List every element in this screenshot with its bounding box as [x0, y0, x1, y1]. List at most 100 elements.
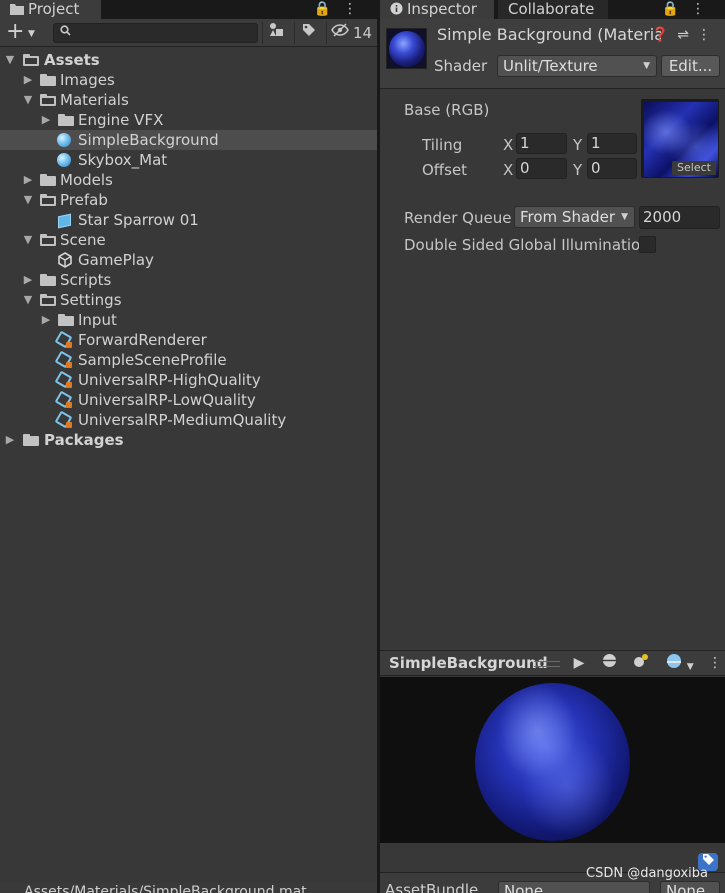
tree-item-universalrp-mediumquality[interactable]: UniversalRP-MediumQuality: [0, 410, 377, 430]
lock-icon[interactable]: 🔒: [662, 1, 691, 17]
tree-item-packages[interactable]: ▶ Packages: [0, 430, 377, 450]
render-queue-dropdown[interactable]: From Shader ▼: [514, 206, 635, 228]
tab-project[interactable]: Project: [0, 0, 101, 19]
tree-item-samplesceneprofile[interactable]: SampleSceneProfile: [0, 350, 377, 370]
tree-item-label: GamePlay: [78, 251, 154, 269]
offset-x-value: 0: [520, 159, 530, 177]
render-queue-label: Render Queue: [404, 209, 512, 227]
tab-project-label: Project: [28, 0, 80, 18]
tree-item-label: Skybox_Mat: [78, 151, 168, 169]
chevron-right-icon[interactable]: ▶: [22, 70, 34, 90]
tree-item-settings[interactable]: ▼ Settings: [0, 290, 377, 310]
kebab-menu-icon[interactable]: ⋮: [708, 653, 722, 673]
tree-item-skybox-mat[interactable]: Skybox_Mat: [0, 150, 377, 170]
tree-item-models[interactable]: ▶ Models: [0, 170, 377, 190]
chevron-down-icon[interactable]: ▼: [22, 230, 34, 250]
help-icon[interactable]: ❓: [652, 27, 677, 43]
variant-dropdown[interactable]: None: [660, 881, 720, 893]
chevron-right-icon[interactable]: ▶: [22, 270, 34, 290]
drag-handle-icon[interactable]: [534, 661, 560, 667]
lock-icon[interactable]: 🔒: [314, 1, 343, 17]
scriptable-asset-icon: [54, 410, 73, 429]
light-icon[interactable]: [630, 653, 652, 673]
eye-slash-icon: [330, 23, 349, 41]
render-queue-mode: From Shader: [520, 208, 616, 226]
search-by-label-button[interactable]: [294, 22, 322, 44]
dsgi-checkbox[interactable]: [639, 236, 656, 253]
tree-item-label: UniversalRP-MediumQuality: [78, 411, 287, 429]
tree-item-label: Assets: [44, 51, 100, 69]
tiling-y-axis: Y: [573, 136, 583, 154]
chevron-right-icon[interactable]: ▶: [40, 310, 52, 330]
tree-item-universalrp-lowquality[interactable]: UniversalRP-LowQuality: [0, 390, 377, 410]
tree-item-label: UniversalRP-HighQuality: [78, 371, 261, 389]
hidden-packages-button[interactable]: [326, 22, 352, 44]
material-icon: [57, 133, 71, 147]
tree-item-input[interactable]: ▶ Input: [0, 310, 377, 330]
tree-item-scene[interactable]: ▼ Scene: [0, 230, 377, 250]
tree-item-materials[interactable]: ▼ Materials: [0, 90, 377, 110]
chevron-down-icon[interactable]: ▼: [4, 50, 16, 70]
shader-dropdown[interactable]: Unlit/Texture ▼: [497, 55, 657, 77]
variant-value: None: [666, 882, 706, 893]
search-input[interactable]: [53, 23, 258, 43]
base-rgb-label: Base (RGB): [404, 101, 490, 119]
assetbundle-dropdown[interactable]: None: [498, 881, 650, 893]
sphere-mesh-icon[interactable]: [598, 653, 620, 673]
project-window-menu[interactable]: 🔒⋮: [314, 1, 369, 17]
tree-item-forwardrenderer[interactable]: ForwardRenderer: [0, 330, 377, 350]
scriptable-asset-icon: [54, 350, 73, 369]
texture-select-button[interactable]: Select: [672, 161, 716, 175]
tree-item-images[interactable]: ▶ Images: [0, 70, 377, 90]
selected-asset-path: Assets/Materials/SimpleBackground.mat: [24, 884, 307, 893]
chevron-down-icon[interactable]: ▼: [22, 90, 34, 110]
chevron-right-icon[interactable]: ▶: [22, 170, 34, 190]
tree-item-prefab[interactable]: ▼ Prefab: [0, 190, 377, 210]
presets-icon[interactable]: ⇌: [677, 27, 697, 43]
folder-icon: [58, 114, 74, 126]
tiling-x-value: 1: [520, 134, 530, 152]
tab-inspector[interactable]: Inspector: [380, 0, 494, 19]
kebab-menu-icon[interactable]: ⋮: [343, 1, 369, 17]
chevron-down-icon[interactable]: ▼: [22, 190, 34, 210]
tree-item-gameplay[interactable]: GamePlay: [0, 250, 377, 270]
tiling-y-field[interactable]: 1: [587, 133, 637, 154]
folder-icon: [23, 434, 39, 446]
tree-item-engine-vfx[interactable]: ▶ Engine VFX: [0, 110, 377, 130]
folder-open-icon: [40, 234, 56, 246]
search-by-type-button[interactable]: [262, 22, 290, 44]
chevron-down-icon: ▼: [28, 29, 35, 39]
material-preview[interactable]: [380, 677, 725, 843]
project-tab-bar: Project 🔒⋮: [0, 0, 377, 19]
chevron-down-icon[interactable]: ▼: [22, 290, 34, 310]
tree-item-star-sparrow-01[interactable]: Star Sparrow 01: [0, 210, 377, 230]
create-button[interactable]: + ▼: [6, 21, 40, 44]
chevron-right-icon[interactable]: ▶: [4, 430, 16, 450]
inspector-window-menu[interactable]: 🔒⋮: [662, 1, 717, 17]
project-toolbar: + ▼ 14: [0, 19, 377, 47]
folder-icon: [40, 174, 56, 186]
tiling-y-value: 1: [591, 134, 601, 152]
offset-y-field[interactable]: 0: [587, 158, 637, 179]
folder-icon: [58, 314, 74, 326]
tab-collaborate[interactable]: Collaborate: [498, 0, 608, 19]
tree-item-assets[interactable]: ▼ Assets: [0, 50, 377, 70]
material-title: Simple Background (Material): [437, 25, 661, 44]
preview-background-dropdown[interactable]: ▼: [662, 653, 698, 673]
tree-item-universalrp-highquality[interactable]: UniversalRP-HighQuality: [0, 370, 377, 390]
kebab-menu-icon[interactable]: ⋮: [697, 27, 719, 43]
tree-item-scripts[interactable]: ▶ Scripts: [0, 270, 377, 290]
kebab-menu-icon[interactable]: ⋮: [691, 1, 717, 17]
edit-shader-button[interactable]: Edit...: [661, 55, 720, 77]
play-icon[interactable]: ▶: [568, 653, 590, 673]
render-queue-field[interactable]: 2000: [639, 206, 720, 229]
chevron-right-icon[interactable]: ▶: [40, 110, 52, 130]
tree-item-label: Materials: [60, 91, 129, 109]
tiling-x-field[interactable]: 1: [516, 133, 567, 154]
tree-item-simplebackground[interactable]: SimpleBackground: [0, 130, 377, 150]
offset-x-field[interactable]: 0: [516, 158, 567, 179]
project-status-bar: Assets/Materials/SimpleBackground.mat: [0, 883, 377, 893]
folder-open-icon: [40, 94, 56, 106]
tiling-label: Tiling: [422, 136, 463, 154]
texture-slot[interactable]: Select: [641, 99, 719, 178]
